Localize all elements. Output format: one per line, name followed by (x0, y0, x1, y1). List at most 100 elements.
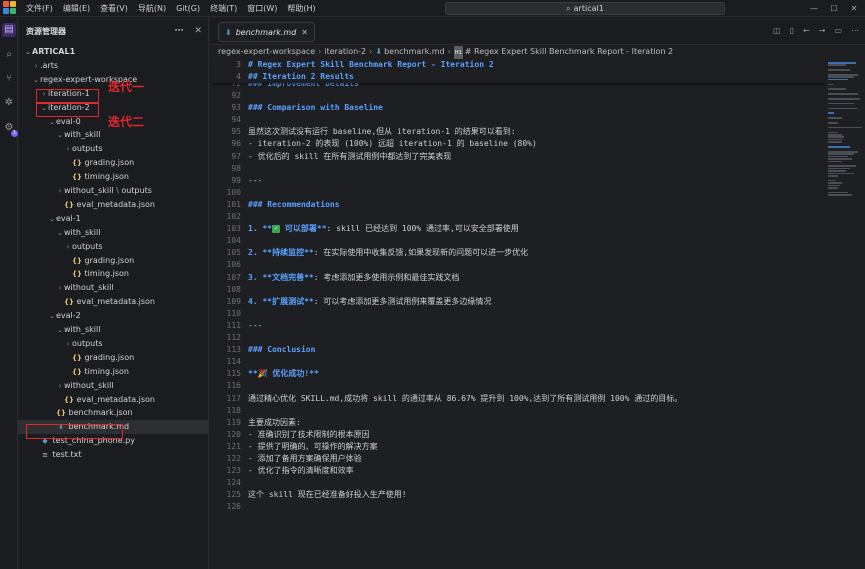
menu-item[interactable]: 编辑(E) (58, 0, 95, 17)
breadcrumb-heading[interactable]: # Regex Expert Skill Benchmark Report - … (465, 47, 673, 56)
close-window-icon[interactable]: ✕ (847, 4, 861, 13)
code-line[interactable]: 94 (210, 114, 825, 126)
code-line[interactable]: 108 (210, 284, 825, 296)
command-search-box[interactable]: ⌕ artical1 (445, 2, 725, 15)
minimap-line (828, 93, 858, 95)
tree-file[interactable]: {} timing.json (18, 365, 209, 379)
close-tab-icon[interactable]: ✕ (301, 28, 308, 37)
extensions-icon[interactable]: ⚙ 1 (2, 121, 18, 137)
breadcrumb-iteration[interactable]: iteration-2 (324, 47, 366, 56)
code-line[interactable]: 97 - 优化后的 skill 在所有测试用例中都达到了完美表现 (210, 151, 825, 163)
code-line[interactable]: 99 --- (210, 175, 825, 187)
code-editor[interactable]: 3 # Regex Expert Skill Benchmark Report -… (210, 59, 825, 569)
tree-file[interactable]: {} grading.json (18, 254, 209, 268)
tree-file[interactable]: {} timing.json (18, 267, 209, 281)
code-line[interactable]: 100 (210, 187, 825, 199)
tree-folder[interactable]: › outputs (18, 337, 209, 351)
menu-item[interactable]: 导航(N) (133, 0, 171, 17)
tree-file[interactable]: ≡ test.txt (18, 448, 209, 462)
minimize-icon[interactable]: — (807, 4, 821, 13)
tree-folder[interactable]: ⌄with_skill (18, 128, 209, 142)
tree-file[interactable]: {} eval_metadata.json (18, 198, 209, 212)
code-line[interactable]: 124 (210, 477, 825, 489)
menu-item[interactable]: 窗口(W) (242, 0, 282, 17)
search-panel-icon[interactable]: ⌕ (2, 48, 16, 62)
annotation-label-iter1: 迭代一 (108, 80, 145, 94)
code-line[interactable]: 107 3. **文档完善**: 考虑添加更多使用示例和最佳实践文档 (210, 272, 825, 284)
code-line[interactable]: 110 (210, 308, 825, 320)
editor-more-icon[interactable]: ⋯ (851, 26, 859, 35)
code-line[interactable]: 105 2. **持续监控**: 在实际使用中收集反馈,如果发现新的问题可以进一步… (210, 247, 825, 259)
code-line[interactable]: 112 (210, 332, 825, 344)
code-line[interactable]: 122 - 添加了备用方案确保用户体验 (210, 453, 825, 465)
maximize-icon[interactable]: ☐ (827, 4, 841, 13)
tab-benchmark-md[interactable]: ⬇ benchmark.md ✕ (218, 22, 315, 42)
tree-item-label: with_skill (64, 227, 101, 237)
explorer-files-icon[interactable]: ▤ (2, 23, 16, 37)
line-content: ### Conclusion (248, 345, 316, 355)
tree-folder[interactable]: › outputs (18, 142, 209, 156)
tree-file[interactable]: {} benchmark.json (18, 406, 209, 420)
code-line[interactable]: 123 - 优化了指令的清晰度和效率 (210, 465, 825, 477)
debug-icon[interactable]: ✲ (2, 96, 16, 110)
tree-folder[interactable]: › .arts (18, 59, 209, 73)
code-line[interactable]: 111 --- (210, 320, 825, 332)
code-line[interactable]: 114 (210, 356, 825, 368)
code-line[interactable]: 119 主要成功因素: (210, 417, 825, 429)
tree-file[interactable]: {} eval_metadata.json (18, 393, 209, 407)
minimap-line (828, 146, 850, 148)
code-line[interactable]: 126 (210, 501, 825, 513)
code-line[interactable]: 95 虽然这次测试没有运行 baseline,但从 iteration-1 的结果… (210, 126, 825, 138)
open-preview-icon[interactable]: ◫ (773, 26, 781, 35)
breadcrumb-file[interactable]: benchmark.md (384, 47, 445, 56)
code-line[interactable]: 106 (210, 259, 825, 271)
code-line[interactable]: 102 (210, 211, 825, 223)
close-sidebar-icon[interactable]: ✕ (194, 26, 202, 36)
split-editor-icon[interactable]: ▯ (790, 26, 794, 35)
tree-file[interactable]: {} grading.json (18, 351, 209, 365)
tree-file[interactable]: {} grading.json (18, 156, 209, 170)
tree-folder[interactable]: ⌄ARTICAL1 (18, 45, 209, 59)
menu-item[interactable]: 查看(V) (95, 0, 133, 17)
go-forward-icon[interactable]: → (819, 26, 826, 35)
source-control-icon[interactable]: ⑂ (2, 72, 16, 86)
code-line[interactable]: 120 - 准确识别了技术限制的根本原因 (210, 429, 825, 441)
code-line[interactable]: 101 ### Recommendations (210, 199, 825, 211)
tree-folder[interactable]: ⌄with_skill (18, 323, 209, 337)
line-content: 2. **持续监控**: 在实际使用中收集反馈,如果发现新的问题可以进一步优化 (248, 247, 528, 259)
code-line[interactable]: 109 4. **扩展测试**: 可以考虑添加更多测试用例来覆盖更多边缘情况 (210, 296, 825, 308)
go-back-icon[interactable]: ← (803, 26, 810, 35)
tree-folder[interactable]: ⌄eval-1 (18, 212, 209, 226)
tree-folder[interactable]: › without_skill \ outputs (18, 184, 209, 198)
code-line[interactable]: 125 这个 skill 现在已经准备好投入生产使用! (210, 489, 825, 501)
menu-item[interactable]: 帮助(H) (282, 0, 320, 17)
menu-item[interactable]: 文件(F) (21, 0, 58, 17)
code-line[interactable]: 103 1. ** ✓ 可以部署**: skill 已经达到 100% 通过率,可以… (210, 223, 825, 235)
menu-item[interactable]: 终端(T) (205, 0, 242, 17)
code-line[interactable]: 121 - 提供了明确的、可操作的解决方案 (210, 441, 825, 453)
tree-folder[interactable]: › outputs (18, 240, 209, 254)
minimap[interactable] (825, 59, 865, 569)
code-line[interactable]: 104 (210, 235, 825, 247)
more-actions-icon[interactable]: ⋯ (174, 26, 183, 36)
sticky-line[interactable]: 4 ## Iteration 2 Results (210, 71, 825, 83)
code-line[interactable]: 115 **🎉 优化成功!** (210, 368, 825, 380)
tree-folder[interactable]: › without_skill (18, 379, 209, 393)
code-line[interactable]: 116 (210, 380, 825, 392)
breadcrumb-workspace[interactable]: regex-expert-workspace (218, 47, 315, 56)
code-line[interactable]: 92 (210, 90, 825, 102)
code-line[interactable]: 93 ### Comparison with Baseline (210, 102, 825, 114)
code-line[interactable]: 118 (210, 405, 825, 417)
code-line[interactable]: 117 通过精心优化 SKILL.md,成功将 skill 的通过率从 86.67… (210, 393, 825, 405)
tree-folder[interactable]: ⌄eval-2 (18, 309, 209, 323)
toggle-panel-icon[interactable]: ▭ (834, 26, 842, 35)
sticky-line[interactable]: 3 # Regex Expert Skill Benchmark Report -… (210, 59, 825, 71)
menu-item[interactable]: Git(G) (171, 0, 205, 17)
tree-file[interactable]: {} timing.json (18, 170, 209, 184)
tree-file[interactable]: {} eval_metadata.json (18, 295, 209, 309)
code-line[interactable]: 96 - iteration-2 的表现 (100%) 远超 iteration-… (210, 138, 825, 150)
tree-folder[interactable]: ⌄with_skill (18, 226, 209, 240)
code-line[interactable]: 113 ### Conclusion (210, 344, 825, 356)
tree-folder[interactable]: › without_skill (18, 281, 209, 295)
code-line[interactable]: 98 (210, 163, 825, 175)
